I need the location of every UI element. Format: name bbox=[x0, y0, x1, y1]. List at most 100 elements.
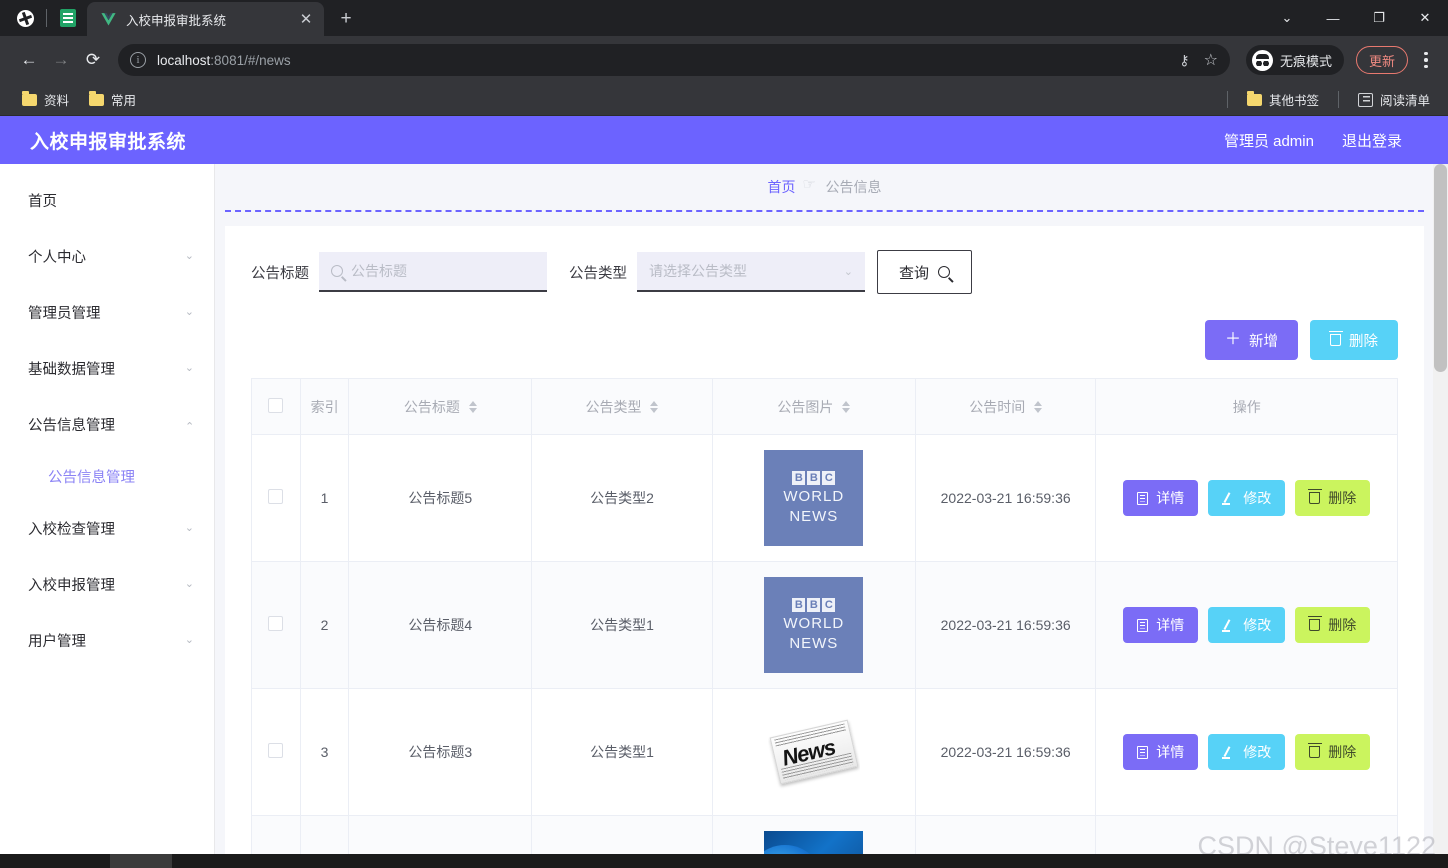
browser-app-icon[interactable] bbox=[14, 7, 36, 29]
sidebar-item-home[interactable]: 首页 bbox=[0, 172, 214, 228]
reading-list-button[interactable]: 阅读清单 bbox=[1350, 87, 1438, 112]
forward-button[interactable]: → bbox=[46, 45, 76, 75]
delete-button[interactable]: 删除 bbox=[1295, 480, 1370, 516]
tab-close-icon[interactable]: ✕ bbox=[296, 9, 316, 29]
bookmarks-bar-right: 其他书签 阅读清单 bbox=[1220, 87, 1438, 112]
announcement-title-label: 公告标题 bbox=[251, 262, 309, 283]
url-path: :8081/#/news bbox=[210, 53, 290, 68]
trash-icon bbox=[1330, 334, 1341, 346]
sort-icon[interactable] bbox=[650, 401, 658, 413]
column-header-image[interactable]: 公告图片 bbox=[712, 379, 915, 435]
page-scrollbar[interactable] bbox=[1433, 164, 1448, 868]
sheets-shortcut-icon[interactable] bbox=[57, 7, 79, 29]
edit-button-label: 修改 bbox=[1243, 742, 1271, 762]
chevron-down-icon: ⌄ bbox=[844, 265, 853, 278]
sidebar-item-label: 公告信息管理 bbox=[28, 414, 115, 435]
taskbar-active-window[interactable] bbox=[110, 854, 172, 868]
breadcrumb-home-link[interactable]: 首页 bbox=[768, 177, 796, 197]
page-scrollbar-thumb[interactable] bbox=[1434, 164, 1447, 372]
minimize-button[interactable]: — bbox=[1310, 0, 1356, 36]
browser-menu-icon[interactable] bbox=[1412, 45, 1440, 75]
address-bar[interactable]: i localhost:8081/#/news ⚷ ☆ bbox=[118, 44, 1230, 76]
window-close-button[interactable]: ✕ bbox=[1402, 0, 1448, 36]
new-tab-button[interactable]: + bbox=[332, 5, 360, 33]
cell-title: 公告标题5 bbox=[349, 435, 532, 562]
sidebar-item-label: 个人中心 bbox=[28, 246, 86, 267]
delete-button[interactable]: 删除 bbox=[1295, 607, 1370, 643]
table-row[interactable]: 1 公告标题5 公告类型2 B B bbox=[252, 435, 1398, 562]
chevron-down-icon: ⌄ bbox=[185, 307, 194, 318]
maximize-button[interactable]: ❐ bbox=[1356, 0, 1402, 36]
chevron-down-icon: ⌄ bbox=[185, 635, 194, 646]
edit-button[interactable]: 修改 bbox=[1208, 480, 1285, 516]
browser-tab-active[interactable]: 入校申报审批系统 ✕ bbox=[87, 2, 324, 36]
cell-operations: 详情 修改 删除 bbox=[1096, 435, 1398, 562]
logout-link[interactable]: 退出登录 bbox=[1342, 130, 1402, 151]
sidebar-subitem-label: 公告信息管理 bbox=[48, 466, 135, 487]
announcement-title-input[interactable]: 公告标题 bbox=[319, 252, 547, 292]
sidebar-item-basic-data-management[interactable]: 基础数据管理 ⌄ bbox=[0, 340, 214, 396]
sidebar-item-admin-management[interactable]: 管理员管理 ⌄ bbox=[0, 284, 214, 340]
back-button[interactable]: ← bbox=[14, 45, 44, 75]
row-checkbox[interactable] bbox=[268, 743, 283, 758]
detail-button[interactable]: 详情 bbox=[1123, 607, 1198, 643]
column-header-time[interactable]: 公告时间 bbox=[915, 379, 1096, 435]
table-head: 索引 公告标题 公告类型 bbox=[252, 379, 1398, 435]
query-button[interactable]: 查询 bbox=[877, 250, 972, 294]
reading-list-icon bbox=[1358, 93, 1373, 107]
incognito-indicator[interactable]: 无痕模式 bbox=[1246, 45, 1344, 75]
sidebar-item-entry-application-management[interactable]: 入校申报管理 ⌄ bbox=[0, 556, 214, 612]
bbc-logo: B B C bbox=[792, 598, 835, 612]
bookmark-item-ziliao[interactable]: 资料 bbox=[14, 87, 77, 112]
batch-delete-button[interactable]: 删除 bbox=[1310, 320, 1398, 360]
column-label: 公告图片 bbox=[777, 399, 833, 415]
edit-button[interactable]: 修改 bbox=[1208, 734, 1285, 770]
add-button[interactable]: ＋ 新增 bbox=[1205, 320, 1298, 360]
announcement-type-select[interactable]: 请选择公告类型 ⌄ bbox=[637, 252, 865, 292]
announcement-image[interactable]: News bbox=[713, 710, 915, 794]
update-button[interactable]: 更新 bbox=[1356, 46, 1408, 74]
bookmark-item-changyong[interactable]: 常用 bbox=[81, 87, 144, 112]
announcement-image[interactable]: B B C WORLD NEWS bbox=[713, 450, 915, 546]
sidebar-subitem-announcement-management[interactable]: 公告信息管理 bbox=[0, 452, 214, 500]
row-select-cell bbox=[252, 562, 301, 689]
sidebar-item-entry-check-management[interactable]: 入校检查管理 ⌄ bbox=[0, 500, 214, 556]
table-row[interactable]: 3 公告标题3 公告类型1 News bbox=[252, 689, 1398, 816]
sidebar-item-personal-center[interactable]: 个人中心 ⌄ bbox=[0, 228, 214, 284]
other-bookmarks-button[interactable]: 其他书签 bbox=[1239, 87, 1327, 112]
sort-icon[interactable] bbox=[842, 401, 850, 413]
sidebar-item-announcement-management[interactable]: 公告信息管理 ⌄ bbox=[0, 396, 214, 452]
detail-button-label: 详情 bbox=[1156, 488, 1184, 508]
tab-search-button[interactable]: ⌄ bbox=[1264, 0, 1310, 36]
search-bar: 公告标题 公告标题 公告类型 请选择公告类型 ⌄ 查询 bbox=[251, 250, 1398, 294]
detail-button[interactable]: 详情 bbox=[1123, 480, 1198, 516]
breadcrumb-separator-icon bbox=[804, 179, 818, 195]
announcement-image[interactable]: B B C WORLD NEWS bbox=[713, 577, 915, 673]
sidebar-item-user-management[interactable]: 用户管理 ⌄ bbox=[0, 612, 214, 668]
breadcrumb-current: 公告信息 bbox=[826, 177, 882, 197]
row-checkbox[interactable] bbox=[268, 489, 283, 504]
reload-button[interactable]: ⟳ bbox=[78, 45, 108, 75]
os-taskbar bbox=[0, 854, 1448, 868]
site-info-icon[interactable]: i bbox=[130, 52, 146, 68]
sort-icon[interactable] bbox=[469, 401, 477, 413]
spreadsheet-icon bbox=[60, 9, 76, 27]
pencil-icon bbox=[1222, 619, 1235, 632]
sidebar-item-label: 管理员管理 bbox=[28, 302, 101, 323]
column-header-type[interactable]: 公告类型 bbox=[532, 379, 713, 435]
edit-button[interactable]: 修改 bbox=[1208, 607, 1285, 643]
divider bbox=[1227, 91, 1228, 108]
bookmark-label: 资料 bbox=[44, 90, 69, 109]
chevron-down-icon: ⌄ bbox=[185, 251, 194, 262]
delete-button[interactable]: 删除 bbox=[1295, 734, 1370, 770]
sort-icon[interactable] bbox=[1034, 401, 1042, 413]
password-key-icon[interactable]: ⚷ bbox=[1179, 52, 1189, 69]
bookmark-star-icon[interactable]: ☆ bbox=[1204, 50, 1218, 70]
table-body: 1 公告标题5 公告类型2 B B bbox=[252, 435, 1398, 868]
folder-icon bbox=[89, 94, 104, 106]
table-row[interactable]: 2 公告标题4 公告类型1 B B bbox=[252, 562, 1398, 689]
select-all-checkbox[interactable] bbox=[268, 398, 283, 413]
detail-button[interactable]: 详情 bbox=[1123, 734, 1198, 770]
column-header-title[interactable]: 公告标题 bbox=[349, 379, 532, 435]
row-checkbox[interactable] bbox=[268, 616, 283, 631]
